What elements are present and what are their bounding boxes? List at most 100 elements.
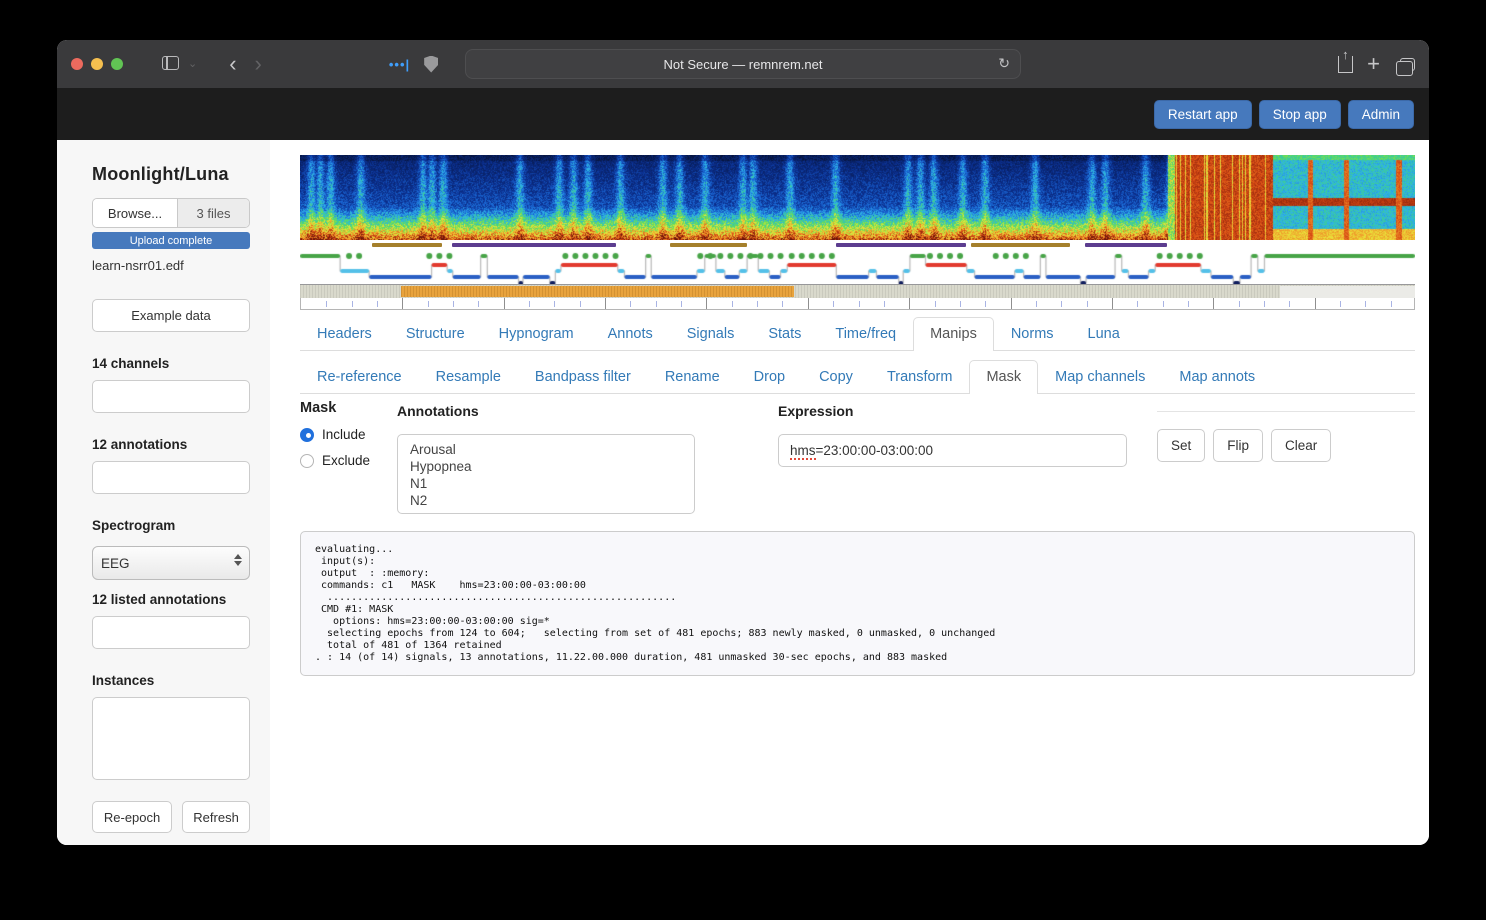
subtab-mask[interactable]: Mask — [969, 360, 1039, 394]
privacy-report-icon[interactable]: •••| — [389, 57, 410, 72]
restart-app-button[interactable]: Restart app — [1153, 99, 1252, 129]
subtab-bandpass-filter[interactable]: Bandpass filter — [518, 360, 648, 394]
divider — [1157, 411, 1415, 412]
spectrogram-channel-value: EEG — [101, 555, 130, 571]
annotation-bar-olive — [372, 243, 442, 247]
admin-button[interactable]: Admin — [1347, 99, 1414, 129]
files-count-label: 3 files — [177, 199, 249, 227]
annotation-option[interactable]: N1 — [410, 475, 682, 492]
subtab-copy[interactable]: Copy — [802, 360, 870, 394]
mask-epoch-band[interactable] — [300, 284, 1415, 298]
app-title: Moonlight/Luna — [92, 164, 229, 184]
tab-time-freq[interactable]: Time/freq — [818, 317, 913, 351]
radio-icon[interactable] — [300, 453, 314, 468]
mask-mode-radiogroup: Include Exclude — [300, 427, 388, 468]
radio-label: Exclude — [322, 453, 371, 468]
band-tail — [1280, 286, 1415, 298]
tab-overview-icon[interactable] — [1396, 57, 1415, 76]
annotation-option[interactable]: Arousal — [410, 441, 682, 458]
tab-headers[interactable]: Headers — [300, 317, 389, 351]
zoom-window-button[interactable] — [111, 58, 123, 70]
subtab-drop[interactable]: Drop — [737, 360, 802, 394]
sidebar-toggle-icon[interactable] — [153, 55, 188, 73]
channels-input[interactable] — [92, 380, 250, 413]
reload-icon[interactable]: ↻ — [998, 55, 1010, 72]
radio-icon[interactable] — [300, 427, 314, 442]
re-epoch-button[interactable]: Re-epoch — [92, 801, 173, 833]
expression-label: Expression — [778, 403, 854, 419]
annotations-input[interactable] — [92, 461, 250, 494]
new-tab-icon[interactable]: + — [1361, 51, 1386, 77]
manips-subtabbar: Re-reference Resample Bandpass filter Renam… — [300, 359, 1415, 394]
subtab-rename[interactable]: Rename — [648, 360, 737, 394]
tab-structure[interactable]: Structure — [389, 317, 482, 351]
subtab-map-annots[interactable]: Map annots — [1162, 360, 1272, 394]
select-stepper-icon — [234, 554, 242, 566]
example-data-button[interactable]: Example data — [92, 299, 250, 332]
screenshot-stage: ⌄ ‹ › •••| Not Secure — remnrem.net ↻ + … — [0, 0, 1486, 920]
annotation-bar-olive — [971, 243, 1071, 247]
annotations-list-label: Annotations — [397, 403, 479, 419]
instances-label: Instances — [92, 673, 155, 688]
console-output: evaluating... input(s): output : :memory… — [300, 531, 1415, 676]
upload-progress-bar: Upload complete — [92, 232, 250, 249]
loaded-file-name: learn-nsrr01.edf — [92, 258, 184, 273]
hypnogram-plot[interactable] — [300, 250, 1415, 284]
masked-region — [401, 286, 794, 297]
signal-overview[interactable] — [300, 155, 1415, 310]
expression-value-misspelled: hms — [790, 443, 816, 460]
browse-button[interactable]: Browse... — [93, 199, 177, 227]
expression-input[interactable]: hms=23:00:00-03:00:00 — [778, 434, 1127, 467]
tab-signals[interactable]: Signals — [670, 317, 752, 351]
forward-button: › — [254, 51, 262, 76]
spectrogram-plot[interactable] — [300, 155, 1415, 240]
listed-annotations-input[interactable] — [92, 616, 250, 649]
tab-manips[interactable]: Manips — [913, 317, 994, 351]
channels-label: 14 channels — [92, 356, 170, 371]
refresh-button[interactable]: Refresh — [182, 801, 250, 833]
flip-button[interactable]: Flip — [1213, 429, 1264, 462]
radio-label: Include — [322, 427, 366, 442]
subtab-transform[interactable]: Transform — [870, 360, 970, 394]
subtab-re-reference[interactable]: Re-reference — [300, 360, 419, 394]
shield-icon[interactable] — [424, 55, 439, 73]
subtab-resample[interactable]: Resample — [419, 360, 518, 394]
tab-annots[interactable]: Annots — [591, 317, 670, 351]
mask-mode-radio-exclude[interactable]: Exclude — [300, 453, 388, 468]
mask-mode-radio-include[interactable]: Include — [300, 427, 388, 442]
annotation-option[interactable]: Hypopnea — [410, 458, 682, 475]
close-window-button[interactable] — [71, 58, 83, 70]
browser-toolbar: ⌄ ‹ › •••| Not Secure — remnrem.net ↻ + — [57, 40, 1429, 88]
tab-norms[interactable]: Norms — [994, 317, 1071, 351]
annotation-bar-purple — [1084, 243, 1168, 247]
chevron-down-icon[interactable]: ⌄ — [188, 58, 206, 70]
mask-action-buttons: Set Flip Clear — [1157, 429, 1415, 462]
time-ruler — [300, 298, 1415, 310]
annotation-option[interactable]: N2 — [410, 492, 682, 509]
app-header: Restart app Stop app Admin — [57, 88, 1429, 140]
stop-app-button[interactable]: Stop app — [1258, 99, 1341, 129]
address-text: Not Secure — remnrem.net — [663, 56, 823, 72]
subtab-map-channels[interactable]: Map channels — [1038, 360, 1162, 394]
tab-hypnogram[interactable]: Hypnogram — [482, 317, 591, 351]
annotation-bars — [300, 243, 1415, 248]
set-button[interactable]: Set — [1157, 429, 1206, 462]
expression-value-rest: =23:00:00-03:00:00 — [815, 443, 933, 458]
spectrogram-channel-select[interactable]: EEG — [92, 546, 250, 580]
address-bar[interactable]: Not Secure — remnrem.net ↻ — [465, 49, 1021, 79]
annotations-listbox[interactable]: Arousal Hypopnea N1 N2 — [397, 434, 695, 514]
browser-window: ⌄ ‹ › •••| Not Secure — remnrem.net ↻ + … — [57, 40, 1429, 845]
mask-panel: Mask Include Exclude Annotations Arousal H… — [300, 399, 1415, 514]
minimize-window-button[interactable] — [91, 58, 103, 70]
clear-button[interactable]: Clear — [1271, 429, 1332, 462]
back-button[interactable]: ‹ — [220, 53, 245, 75]
tab-stats[interactable]: Stats — [751, 317, 818, 351]
file-upload-control[interactable]: Browse... 3 files — [92, 198, 250, 228]
tab-luna[interactable]: Luna — [1071, 317, 1137, 351]
share-icon[interactable] — [1338, 46, 1354, 73]
main-tabbar: Headers Structure Hypnogram Annots Signals St… — [300, 316, 1415, 351]
annotation-bar-purple — [836, 243, 966, 247]
annotation-bar-purple — [451, 243, 616, 247]
instances-textarea[interactable] — [92, 697, 250, 780]
console-text: evaluating... input(s): output : :memory… — [315, 544, 996, 663]
